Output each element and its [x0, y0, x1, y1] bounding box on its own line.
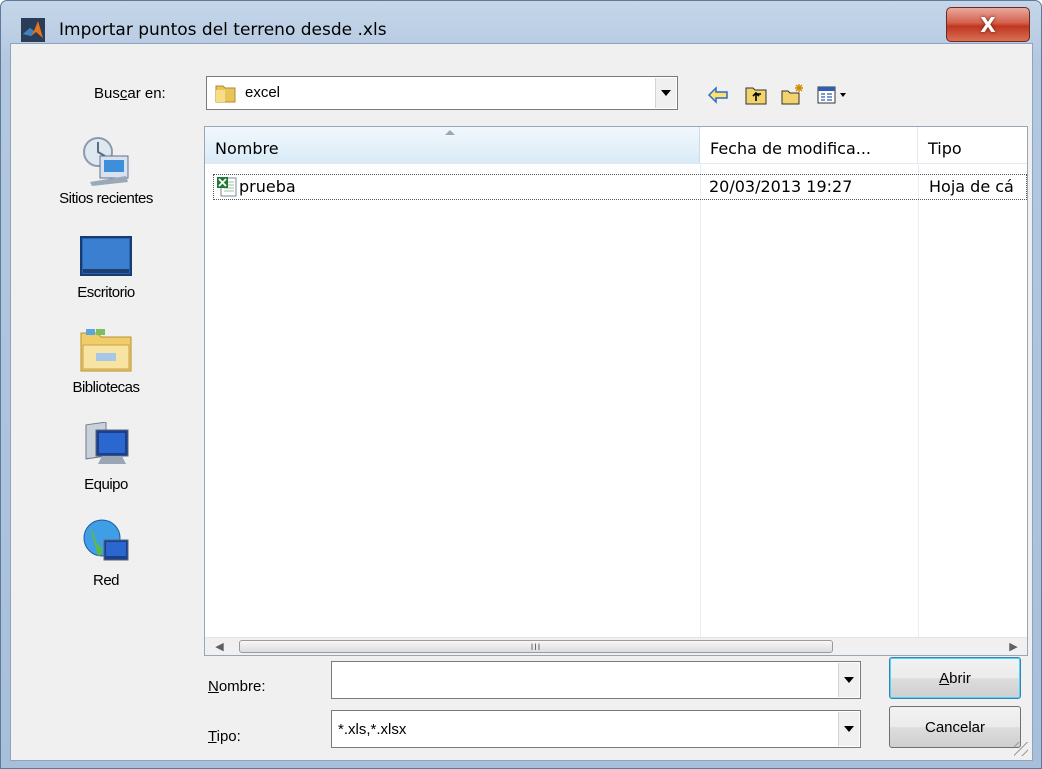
file-type: Hoja de cá	[929, 177, 1014, 196]
scroll-thumb[interactable]: III	[239, 640, 833, 653]
place-label: Bibliotecas	[72, 379, 140, 396]
scroll-left-icon[interactable]: ◀	[211, 638, 228, 655]
file-list[interactable]: Nombre Fecha de modifica... Tipo prueba …	[204, 126, 1028, 656]
close-button[interactable]: X	[946, 7, 1030, 42]
column-divider	[918, 163, 919, 637]
desktop-icon	[80, 236, 132, 276]
excel-file-icon	[217, 177, 237, 197]
table-row[interactable]: prueba 20/03/2013 19:27 Hoja de cá	[213, 174, 1027, 200]
place-label: Red	[92, 572, 120, 589]
up-folder-icon[interactable]	[743, 82, 769, 108]
place-network[interactable]: Red	[11, 516, 201, 589]
new-folder-icon[interactable]	[779, 82, 805, 108]
recent-places-icon	[83, 137, 129, 186]
filename-label: Nombre:	[208, 678, 266, 695]
horizontal-scrollbar[interactable]: ◀ III ▶	[205, 637, 1027, 655]
column-divider	[700, 163, 701, 637]
scroll-right-icon[interactable]: ▶	[1005, 638, 1022, 655]
place-recent[interactable]: Sitios recientes	[11, 132, 201, 207]
dialog-window: Importar puntos del terreno desde .xls X…	[0, 0, 1042, 769]
filetype-label: Tipo:	[208, 728, 241, 745]
list-header: Nombre Fecha de modifica... Tipo	[205, 127, 1027, 164]
file-name: prueba	[239, 177, 296, 196]
place-label: Sitios recientes	[59, 190, 153, 207]
file-date: 20/03/2013 19:27	[709, 177, 853, 196]
place-label: Escritorio	[77, 284, 135, 301]
lookin-value: excel	[245, 84, 281, 101]
place-label: Equipo	[84, 476, 128, 493]
places-bar: Sitios recientes Escritorio Bibliotecas	[11, 122, 201, 640]
dialog-body: Buscar en: excel Sitios recientes Escrit…	[10, 43, 1033, 761]
resize-grip[interactable]	[1014, 742, 1028, 756]
place-desktop[interactable]: Escritorio	[11, 234, 201, 301]
libraries-icon	[80, 329, 132, 372]
computer-icon	[85, 422, 129, 464]
place-computer[interactable]: Equipo	[11, 422, 201, 493]
open-button[interactable]: Abrir	[889, 657, 1021, 699]
chevron-down-icon[interactable]	[838, 712, 859, 746]
lookin-combo[interactable]: excel	[206, 76, 678, 110]
back-icon[interactable]	[705, 82, 731, 108]
column-header-date[interactable]: Fecha de modifica...	[700, 127, 918, 163]
cancel-button[interactable]: Cancelar	[889, 706, 1021, 748]
sort-up-icon	[445, 130, 455, 135]
folder-icon	[215, 85, 236, 103]
column-header-type[interactable]: Tipo	[918, 127, 1027, 163]
place-libraries[interactable]: Bibliotecas	[11, 327, 201, 396]
filename-field[interactable]	[331, 661, 861, 699]
chevron-down-icon[interactable]	[838, 663, 859, 697]
filetype-select[interactable]: *.xls,*.xlsx	[331, 710, 861, 748]
filetype-value: *.xls,*.xlsx	[338, 721, 407, 738]
matlab-icon	[21, 18, 45, 42]
window-title: Importar puntos del terreno desde .xls	[59, 20, 387, 40]
chevron-down-icon[interactable]	[655, 78, 676, 108]
view-menu-icon[interactable]	[815, 82, 851, 108]
lookin-label: Buscar en:	[94, 85, 166, 102]
network-icon	[83, 519, 129, 561]
